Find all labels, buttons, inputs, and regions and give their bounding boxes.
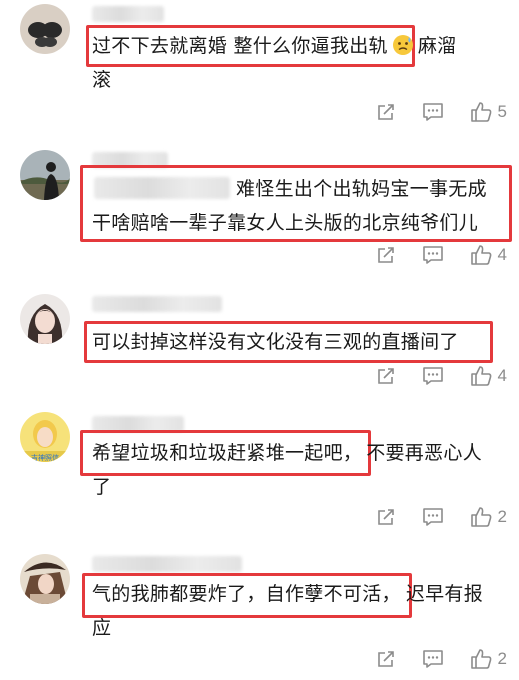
reply-button[interactable] (422, 245, 444, 265)
comment-icon (422, 650, 443, 668)
reply-button[interactable] (422, 507, 444, 527)
comment-text: 可以封掉这样没有文化没有三观的直播间了 (92, 331, 459, 353)
share-button[interactable] (376, 102, 396, 122)
avatar[interactable]: 吉神照信 (20, 412, 70, 462)
comment-text-line2: 滚 (92, 69, 112, 91)
comment-text-line2: 了 (92, 476, 112, 498)
comment-actions: 4 (350, 243, 507, 267)
comment-text: 难怪生出个出轨妈宝一事无成 (236, 178, 487, 200)
sweat-emoji-icon (392, 33, 414, 67)
like-button[interactable]: 5 (470, 101, 507, 123)
like-count: 5 (497, 102, 507, 121)
comment-text: 过不下去就离婚 整什么你逼我出轨 麻溜 (92, 29, 456, 67)
like-button[interactable]: 4 (470, 365, 507, 387)
share-button[interactable] (376, 507, 396, 527)
share-icon (377, 651, 394, 667)
like-count: 4 (497, 245, 507, 264)
comment-icon (422, 246, 443, 264)
comment-text: 气的我肺都要炸了，自作孽不可活， 迟早有报 (92, 583, 484, 605)
like-button[interactable]: 2 (470, 506, 507, 528)
share-icon (377, 104, 394, 120)
like-count: 2 (497, 507, 507, 526)
comment-text-line2: 干啥赔啥一辈子靠女人上头版的北京纯爷们儿 (92, 212, 479, 234)
avatar[interactable] (20, 294, 70, 344)
thumbs-up-icon (470, 245, 491, 265)
comment-actions: 2 (350, 505, 507, 529)
avatar[interactable] (20, 4, 70, 54)
avatar[interactable] (20, 150, 70, 200)
like-count: 2 (497, 649, 507, 668)
share-icon (377, 509, 394, 525)
comment-actions: 5 (350, 100, 507, 124)
share-icon (377, 368, 394, 384)
comment-icon (422, 508, 443, 526)
comment-text-line2: 应 (92, 617, 112, 639)
share-button[interactable] (376, 366, 396, 386)
like-button[interactable]: 2 (470, 648, 507, 670)
like-count: 4 (497, 366, 507, 385)
comment-actions: 2 (350, 647, 507, 671)
thumbs-up-icon (470, 649, 491, 669)
avatar-badge: 吉神照信 (31, 453, 59, 462)
username-blurred[interactable] (92, 556, 242, 572)
username-blurred[interactable] (92, 6, 164, 22)
avatar[interactable] (20, 554, 70, 604)
thumbs-up-icon (470, 102, 491, 122)
thumbs-up-icon (470, 507, 491, 527)
share-icon (377, 247, 394, 263)
share-button[interactable] (376, 649, 396, 669)
thumbs-up-icon (470, 366, 491, 386)
like-button[interactable]: 4 (470, 244, 507, 266)
comment-text: 希望垃圾和垃圾赶紧堆一起吧， 不要再恶心人 (92, 442, 483, 464)
reply-button[interactable] (422, 649, 444, 669)
username-blurred[interactable] (92, 296, 222, 312)
comment-actions: 4 (350, 364, 507, 388)
reply-button[interactable] (422, 102, 444, 122)
comment-icon (422, 103, 443, 121)
share-button[interactable] (376, 245, 396, 265)
comment-icon (422, 367, 443, 385)
reply-button[interactable] (422, 366, 444, 386)
